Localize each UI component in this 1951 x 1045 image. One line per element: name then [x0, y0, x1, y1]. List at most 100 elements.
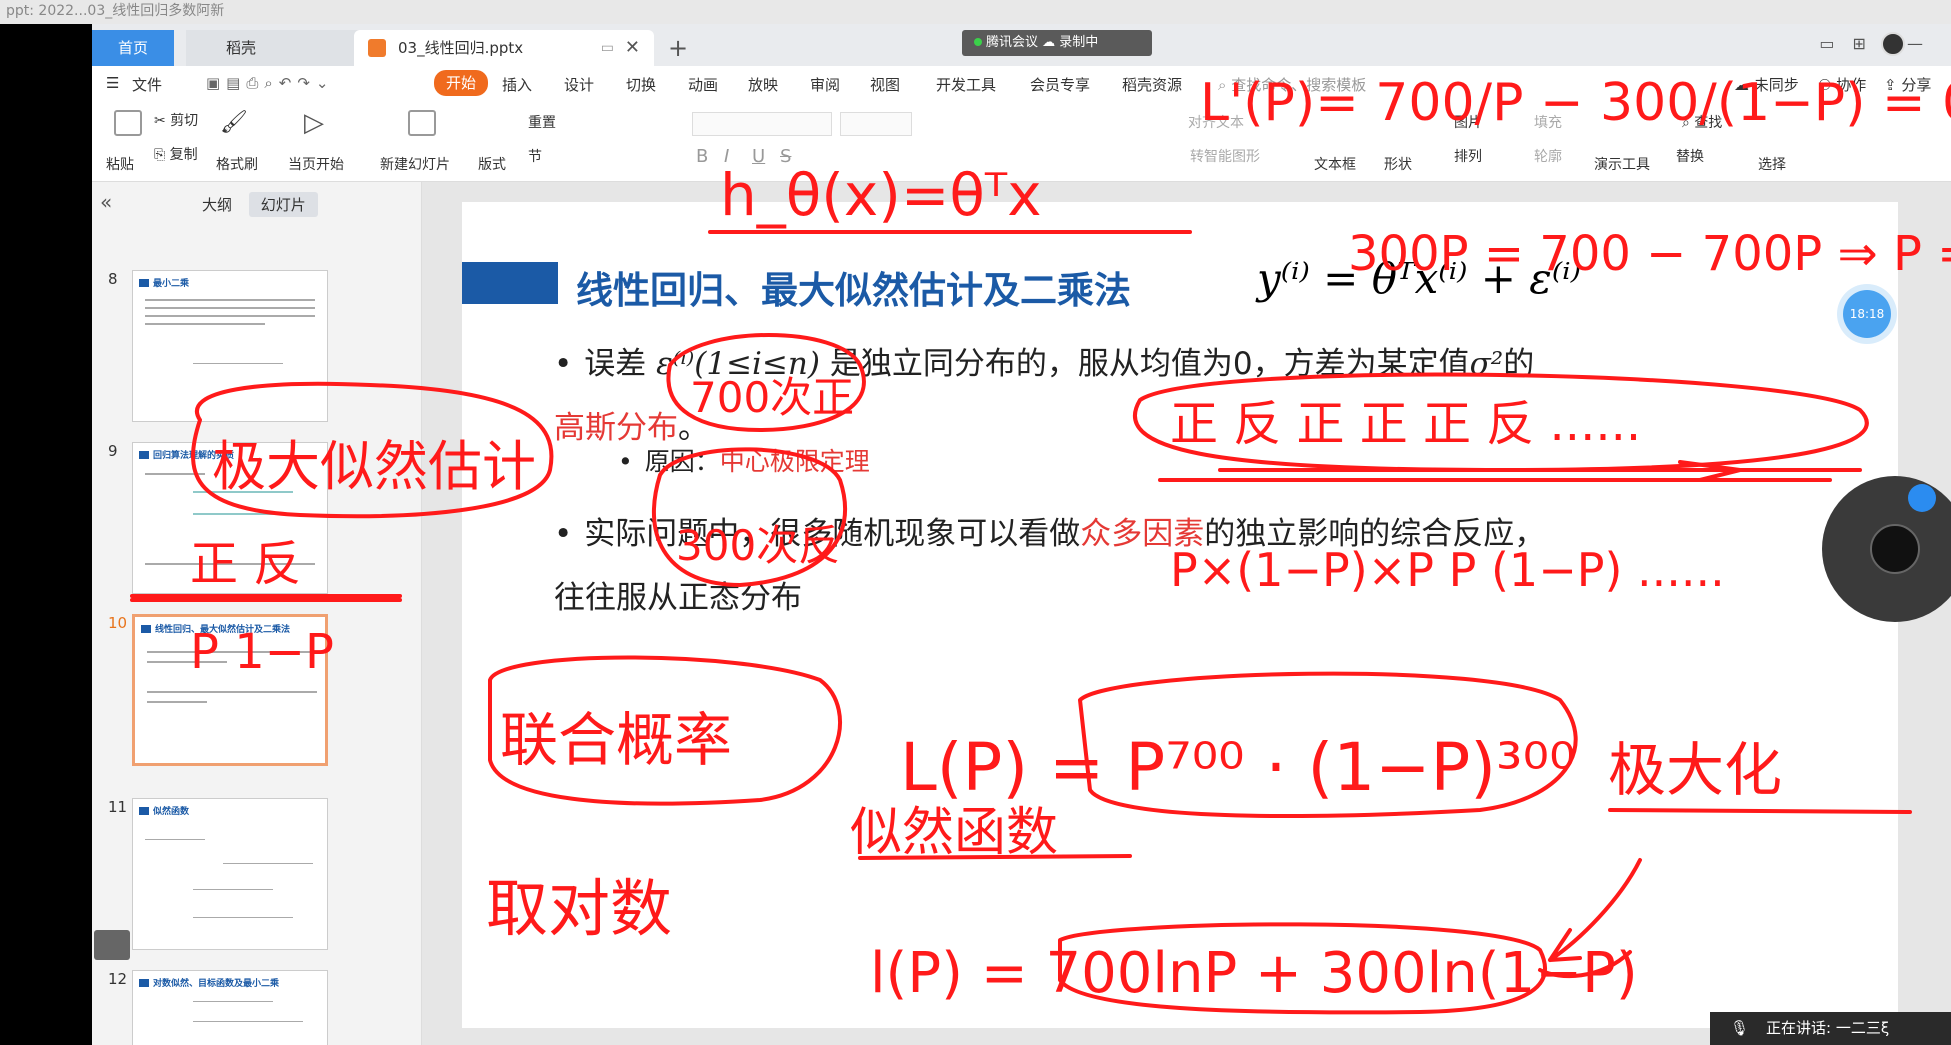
tab-review[interactable]: 审阅: [810, 74, 840, 95]
tab-animation[interactable]: 动画: [688, 74, 718, 95]
sync-button[interactable]: ☁ 未同步: [1734, 74, 1799, 95]
brush-icon[interactable]: 🖌: [220, 110, 248, 135]
thumb-title: 对数似然、目标函数及最小二乘: [153, 979, 280, 989]
pin-icon[interactable]: ▭: [601, 30, 614, 66]
paste-icon[interactable]: [114, 110, 142, 136]
bullet-1-red: 高斯分布: [554, 410, 678, 446]
window-title: ppt: 2022...03_线性回归多数阿新: [0, 0, 1951, 24]
screen: { "window_title": "ppt: 2022...03_线性回归多数…: [0, 0, 1951, 1045]
quick-access-icons[interactable]: ▣▤⎙⌕↶↷⌄: [206, 74, 334, 92]
tab-design[interactable]: 设计: [564, 74, 594, 95]
bullet-2: • 原因：中心极限定理: [618, 442, 870, 478]
new-slide-icon[interactable]: [408, 110, 436, 136]
bullet-1-pre: 误差: [584, 346, 647, 382]
tab-daoke-resources[interactable]: 稻壳资源: [1122, 74, 1182, 95]
fill-button[interactable]: 填充: [1534, 112, 1562, 132]
cut-button[interactable]: ✂ 剪切: [154, 110, 198, 130]
thumb-text-line: [193, 1021, 303, 1022]
meeting-indicator[interactable]: 腾讯会议 ☁ 录制中: [962, 30, 1152, 56]
tab-daoke-label: 稻壳: [226, 39, 257, 57]
shape-button[interactable]: 形状: [1384, 154, 1412, 174]
italic-icon[interactable]: I: [724, 146, 729, 167]
thumb-text-line: [145, 307, 315, 309]
format-painter-button[interactable]: 格式刷: [216, 154, 258, 174]
signal-icon: [974, 38, 982, 46]
slide-thumbnail[interactable]: 似然函数: [132, 798, 328, 950]
select-button[interactable]: 选择: [1758, 154, 1786, 174]
laser-center-icon[interactable]: [1870, 524, 1920, 574]
thumb-text-line: [147, 691, 317, 693]
underline-icon[interactable]: U: [752, 146, 765, 167]
thumb-title: 最小二乘: [153, 279, 190, 289]
search-commands[interactable]: ⌕ 查找命令、搜索模板: [1218, 74, 1366, 95]
timer-badge[interactable]: 18:18: [1843, 290, 1891, 338]
tab-developer[interactable]: 开发工具: [936, 74, 996, 95]
tab-bar: 首页 稻壳 03_线性回归.pptx ▭ ✕ + 腾讯会议 ☁ 录制中 ▭⊞ —: [92, 24, 1951, 66]
thumb-text-line: [147, 701, 207, 703]
hamburger-icon[interactable]: ☰: [106, 74, 119, 92]
collab-button[interactable]: ⚇ 协作: [1818, 74, 1866, 95]
search-label: 查找命令、搜索模板: [1231, 76, 1367, 94]
share-button[interactable]: ⇪ 分享: [1884, 74, 1931, 95]
section-button[interactable]: 节: [528, 146, 542, 166]
tab-start[interactable]: 开始: [434, 70, 489, 96]
font-size-select[interactable]: [840, 112, 912, 136]
font-name-select[interactable]: [692, 112, 832, 136]
tools-button[interactable]: 演示工具: [1594, 154, 1650, 174]
bullet-3-red: 众多因素: [1080, 516, 1205, 552]
outline-button[interactable]: 轮廓: [1534, 146, 1562, 166]
find-button[interactable]: ⌕ 查找: [1682, 112, 1722, 132]
bullet-1: • 误差 ε⁽ⁱ⁾(1≤i≤n) 是独立同分布的，服从均值为0，方差为某定值σ²的…: [554, 332, 1554, 460]
outline-list-icon[interactable]: [94, 930, 130, 960]
thumb-number: 11: [108, 798, 128, 816]
align-text-button[interactable]: 对齐文本: [1188, 112, 1244, 132]
window-controls[interactable]: ▭⊞ —: [1819, 34, 1941, 53]
tab-member[interactable]: 会员专享: [1030, 74, 1090, 95]
paste-button[interactable]: 粘贴: [106, 154, 134, 174]
tab-slideshow[interactable]: 放映: [748, 74, 778, 95]
slide-thumbnail[interactable]: 回归算法理解的实质: [132, 442, 328, 594]
slide-title: 线性回归、最大似然估计及二乘法: [576, 269, 1131, 312]
strike-icon[interactable]: S: [780, 146, 791, 167]
textbox-button[interactable]: 文本框: [1314, 154, 1356, 174]
tab-document[interactable]: 03_线性回归.pptx ▭ ✕: [354, 30, 654, 66]
slide-thumbnail[interactable]: 对数似然、目标函数及最小二乘: [132, 970, 328, 1045]
close-tab-icon[interactable]: ✕: [625, 30, 640, 66]
replace-button[interactable]: 替换: [1676, 146, 1704, 166]
tab-transition[interactable]: 切换: [626, 74, 656, 95]
tab-view[interactable]: 视图: [870, 74, 900, 95]
bullet-1-end: 。: [678, 410, 709, 446]
from-current-button[interactable]: 当页开始: [288, 154, 344, 174]
menu-row: ☰ 文件 ▣▤⎙⌕↶↷⌄ 开始 插入 设计 切换 动画 放映 审阅 视图 开发工…: [92, 66, 1951, 102]
tab-insert[interactable]: 插入: [502, 74, 532, 95]
slide-thumbnail[interactable]: 最小二乘: [132, 270, 328, 422]
bullet-dot: •: [618, 447, 633, 476]
new-tab-button[interactable]: +: [668, 30, 688, 66]
thumb-bar: [139, 979, 149, 987]
thumb-text-line: [147, 651, 317, 653]
title-accent-bar: [462, 262, 558, 304]
tab-home[interactable]: 首页: [92, 30, 174, 66]
thumb-text-line: [147, 661, 227, 663]
new-slide-button[interactable]: 新建幻灯片: [380, 154, 450, 174]
desktop-edge: [0, 24, 92, 1045]
search-icon: ⌕: [1218, 76, 1227, 94]
copy-button[interactable]: ⎘ 复制: [154, 144, 198, 164]
collapse-panel-icon[interactable]: «: [100, 190, 112, 214]
file-menu[interactable]: 文件: [132, 74, 162, 95]
arrange-button[interactable]: 排列: [1454, 146, 1482, 166]
regression-formula: y⁽ⁱ⁾ = θᵀx⁽ⁱ⁾ + ε⁽ⁱ⁾: [1257, 254, 1581, 303]
tab-outline[interactable]: 大纲: [190, 192, 244, 217]
bold-icon[interactable]: B: [696, 146, 708, 167]
bullet-2-red: 中心极限定理: [719, 447, 870, 476]
share-label: 分享: [1901, 76, 1932, 94]
slide-thumbnail-selected[interactable]: 线性回归、最大似然估计及二乘法: [132, 614, 328, 766]
picture-button[interactable]: 图片: [1454, 112, 1482, 132]
thumb-title: 回归算法理解的实质: [153, 451, 235, 461]
layout-button[interactable]: 版式: [478, 154, 506, 174]
reset-button[interactable]: 重置: [528, 112, 556, 132]
play-icon[interactable]: ▷: [304, 108, 324, 138]
tab-slides[interactable]: 幻灯片: [248, 192, 318, 217]
pen-icon[interactable]: [1908, 484, 1936, 512]
smart-shape-button[interactable]: 转智能图形: [1190, 146, 1260, 166]
